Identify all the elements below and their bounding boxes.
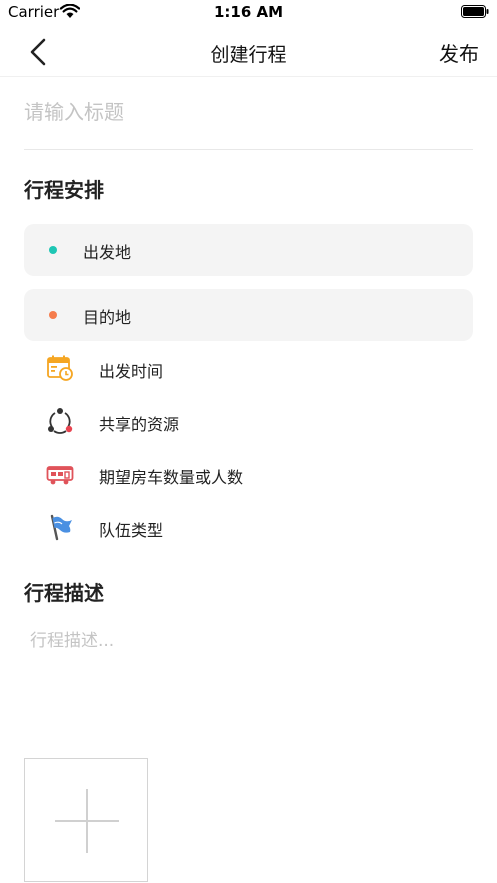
nav-bar: 创建行程 发布 — [0, 26, 497, 77]
publish-button[interactable]: 发布 — [439, 38, 479, 67]
calendar-clock-icon — [47, 355, 73, 381]
departure-label: 出发地 — [83, 243, 132, 262]
departure-time-option[interactable]: 出发时间 — [24, 346, 473, 390]
add-image-button[interactable] — [24, 758, 148, 882]
rv-count-option[interactable]: 期望房车数量或人数 — [24, 452, 473, 496]
rv-icon — [46, 466, 74, 485]
rv-count-label: 期望房车数量或人数 — [99, 468, 244, 487]
status-bar: Carrier 1:16 AM — [0, 0, 497, 26]
departure-dot — [49, 246, 57, 254]
shared-resources-option[interactable]: 共享的资源 — [24, 399, 473, 443]
battery-icon — [461, 5, 489, 18]
description-heading: 行程描述 — [24, 581, 104, 605]
title-input[interactable] — [24, 90, 472, 134]
flag-icon — [50, 514, 72, 541]
status-time: 1:16 AM — [213, 3, 284, 21]
departure-time-label: 出发时间 — [99, 362, 164, 381]
destination-label: 目的地 — [83, 308, 132, 327]
destination-dot — [49, 311, 57, 319]
departure-field[interactable]: 出发地 — [24, 224, 473, 276]
title-divider — [24, 149, 473, 150]
page-title: 创建行程 — [210, 44, 287, 66]
description-input[interactable] — [24, 620, 473, 730]
team-type-label: 队伍类型 — [99, 521, 164, 540]
team-type-option[interactable]: 队伍类型 — [24, 505, 473, 549]
destination-field[interactable]: 目的地 — [24, 289, 473, 341]
share-nodes-icon — [48, 408, 73, 434]
itinerary-heading: 行程安排 — [24, 178, 104, 202]
shared-resources-label: 共享的资源 — [99, 415, 180, 434]
back-chevron-icon[interactable] — [26, 36, 54, 68]
